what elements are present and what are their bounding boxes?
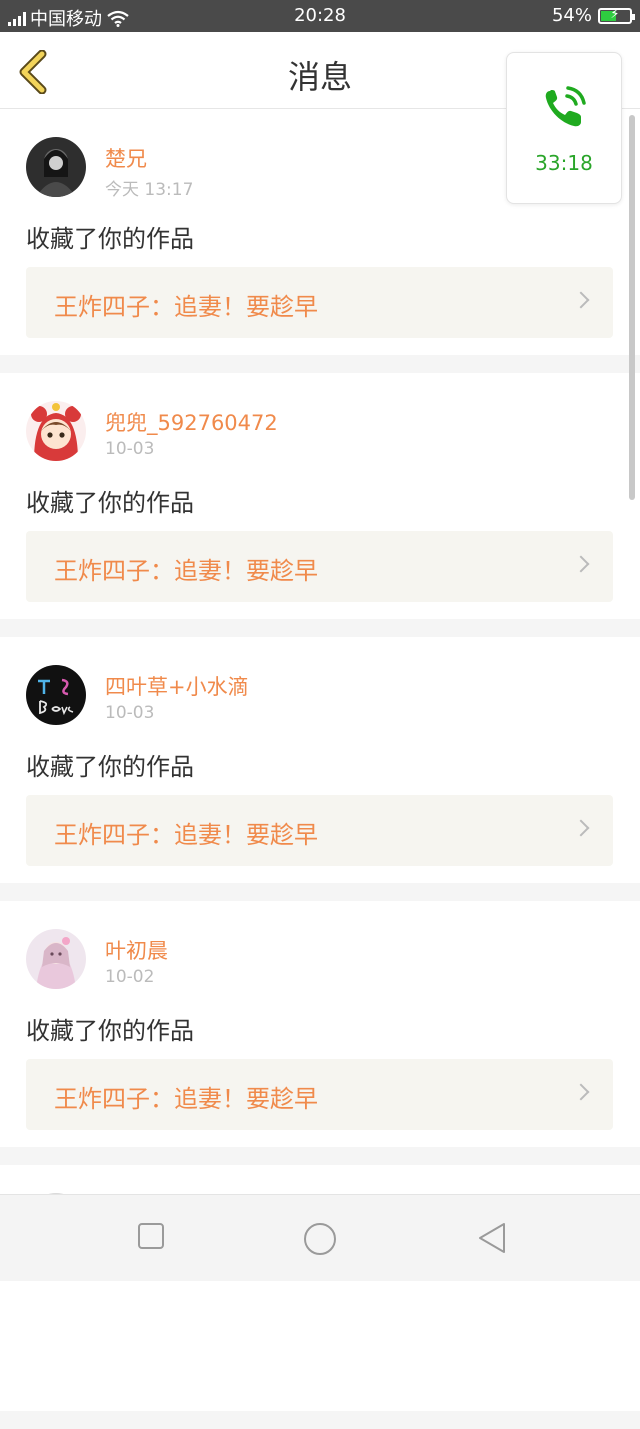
action-text: 收藏了你的作品: [26, 1017, 194, 1045]
action-text: 收藏了你的作品: [26, 489, 194, 517]
chevron-right-icon: [572, 555, 590, 573]
call-widget[interactable]: 33:18: [506, 52, 622, 204]
message-date: 10-03: [105, 703, 155, 723]
battery-percent: 54%: [551, 5, 592, 26]
user-name[interactable]: 兜兜_592760472: [105, 407, 278, 437]
work-title: 王炸四子：追妻！要趁早: [54, 821, 318, 849]
phone-ringing-icon: [545, 86, 586, 127]
action-text: 收藏了你的作品: [26, 225, 194, 253]
status-bar: 中国移动 20:28 54% ⚡: [0, 0, 640, 32]
system-nav-bar: [0, 1194, 640, 1281]
action-text: 收藏了你的作品: [26, 753, 194, 781]
avatar[interactable]: [26, 137, 86, 197]
message-date: 10-03: [105, 439, 155, 459]
clock: 20:28: [294, 5, 346, 26]
circle-home-icon: [304, 1223, 336, 1255]
work-title: 王炸四子：追妻！要趁早: [54, 1085, 318, 1113]
work-title: 王炸四子：追妻！要趁早: [54, 293, 318, 321]
chevron-right-icon: [572, 1083, 590, 1101]
message-date: 今天 13:17: [105, 180, 194, 200]
chevron-right-icon: [572, 819, 590, 837]
user-name[interactable]: 楚兄: [105, 143, 147, 173]
work-link[interactable]: 王炸四子：追妻！要趁早: [26, 531, 613, 602]
recent-apps-button[interactable]: [136, 1221, 166, 1255]
list-item: 叶初晨 10-02 收藏了你的作品 王炸四子：追妻！要趁早: [0, 901, 640, 1147]
avatar[interactable]: [26, 401, 86, 461]
triangle-back-icon: [479, 1223, 505, 1253]
list-item: 四叶草+小水滴 10-03 收藏了你的作品 王炸四子：追妻！要趁早: [0, 637, 640, 883]
avatar[interactable]: [26, 929, 86, 989]
message-date: 10-02: [105, 967, 155, 987]
chevron-right-icon: [572, 291, 590, 309]
avatar[interactable]: [26, 665, 86, 725]
charging-icon: ⚡: [610, 6, 620, 22]
battery-icon: ⚡: [598, 6, 635, 24]
user-name[interactable]: 叶初晨: [105, 935, 168, 965]
square-icon: [138, 1223, 164, 1249]
work-link[interactable]: 王炸四子：追妻！要趁早: [26, 1059, 613, 1130]
call-duration: 33:18: [535, 151, 593, 175]
work-link[interactable]: 王炸四子：追妻！要趁早: [26, 795, 613, 866]
back-nav-button[interactable]: [476, 1221, 508, 1259]
home-button[interactable]: [302, 1221, 338, 1261]
work-link[interactable]: 王炸四子：追妻！要趁早: [26, 267, 613, 338]
work-title: 王炸四子：追妻！要趁早: [54, 557, 318, 585]
list-item: 兜兜_592760472 10-03 收藏了你的作品 王炸四子：追妻！要趁早: [0, 373, 640, 619]
scrollbar[interactable]: [629, 115, 635, 500]
user-name[interactable]: 四叶草+小水滴: [105, 671, 249, 701]
